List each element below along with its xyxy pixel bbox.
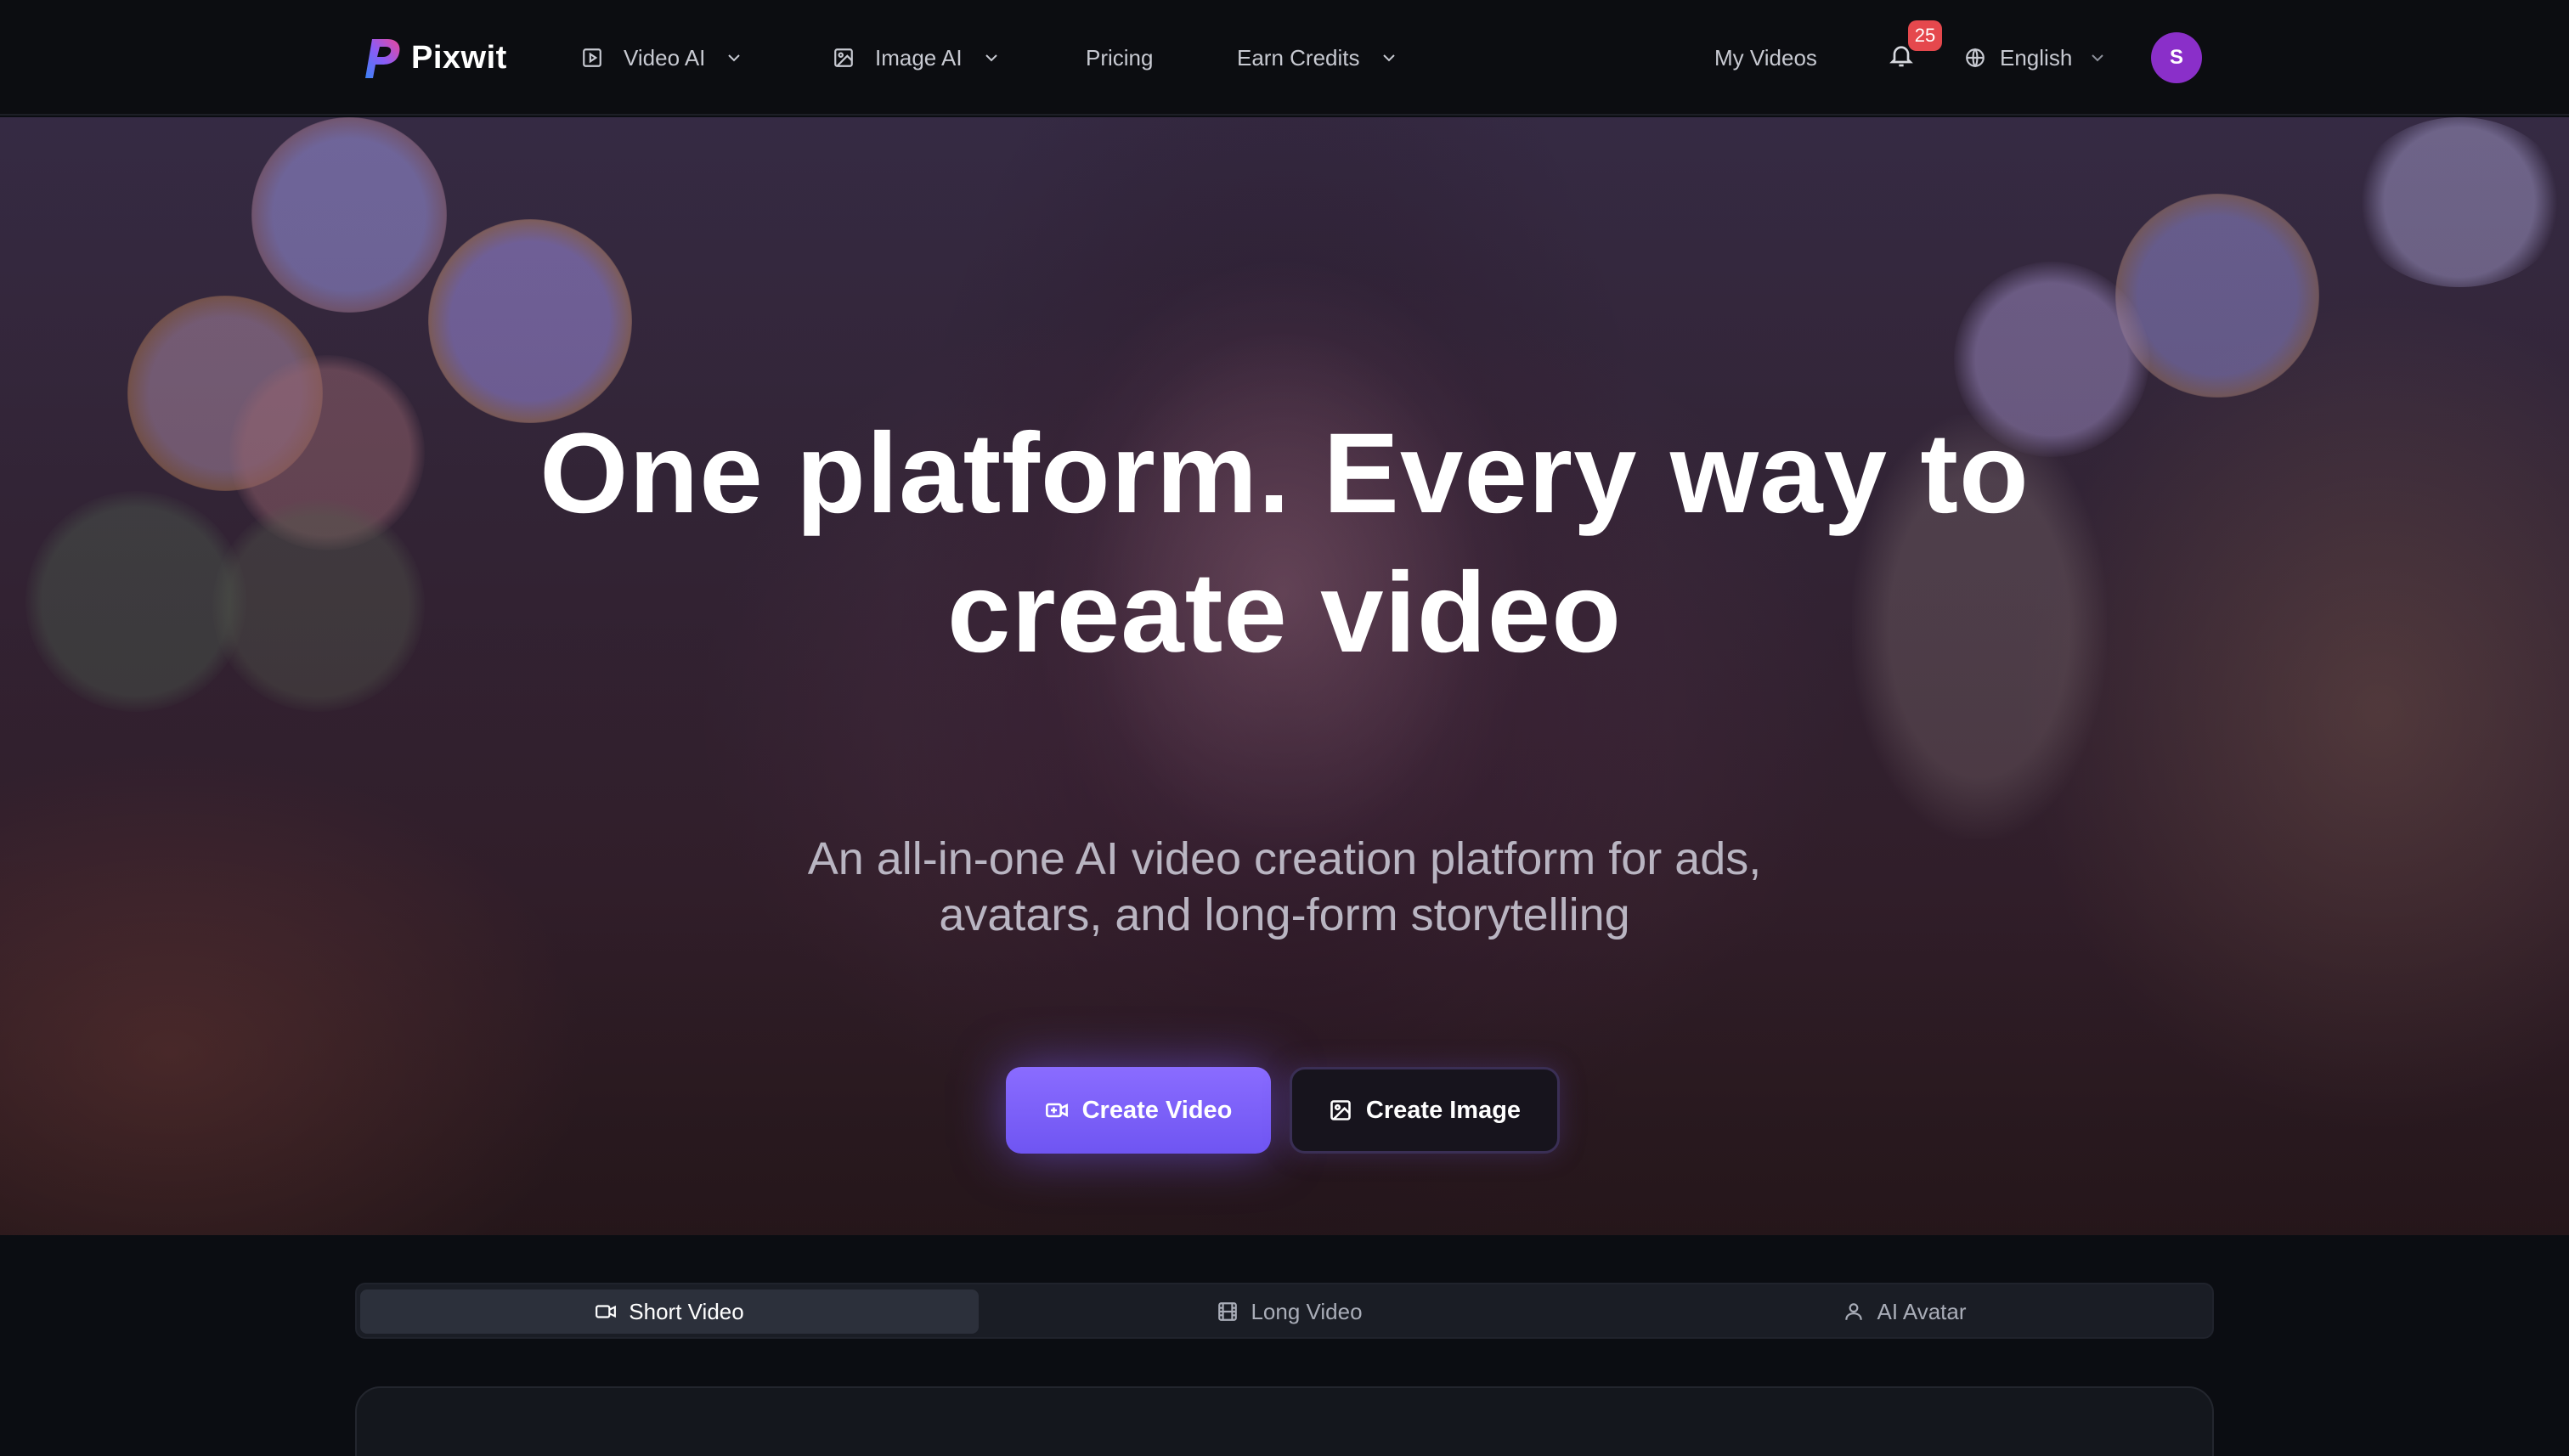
notification-count-badge: 25 xyxy=(1908,20,1942,51)
image-icon xyxy=(834,48,853,67)
creation-mode-tabs: Short Video Long Video AI Avatar xyxy=(355,1283,2214,1339)
nav-image-ai[interactable]: Image AI xyxy=(833,34,1002,82)
pixwit-logo-icon xyxy=(365,39,400,78)
nav-my-videos[interactable]: My Videos xyxy=(1714,34,1817,82)
tab-short-video[interactable]: Short Video xyxy=(360,1290,979,1334)
hero-subtitle-line2: avatars, and long-form storytelling xyxy=(939,889,1630,940)
language-label: English xyxy=(2000,44,2073,71)
scroll-down-chevron-icon[interactable] xyxy=(1266,1227,1303,1235)
hero-subtitle: An all-in-one AI video creation platform… xyxy=(605,831,1964,943)
video-plus-icon xyxy=(1045,1103,1068,1118)
nav-pricing[interactable]: Pricing xyxy=(1086,34,1153,82)
create-image-button[interactable]: Create Image xyxy=(1290,1067,1560,1154)
nav-video-ai[interactable]: Video AI xyxy=(581,34,744,82)
chevron-down-icon xyxy=(985,54,997,62)
chevron-down-icon xyxy=(2092,54,2103,62)
film-icon xyxy=(1218,1302,1238,1321)
hero-subtitle-line1: An all-in-one AI video creation platform… xyxy=(807,833,1762,884)
nav-earn-credits[interactable]: Earn Credits xyxy=(1237,34,1399,82)
create-video-label: Create Video xyxy=(1081,1096,1233,1124)
hero-title-line2: create video xyxy=(946,550,1623,676)
nav-pricing-label: Pricing xyxy=(1086,44,1154,71)
nav-earn-credits-label: Earn Credits xyxy=(1237,44,1360,71)
image-icon xyxy=(1330,1100,1351,1120)
chevron-down-icon xyxy=(1382,54,1395,62)
hero-title: One platform. Every way to create video xyxy=(435,404,2134,683)
page: Pixwit Video AI Image AI Pricing Earn Cr… xyxy=(0,0,2569,1456)
language-selector[interactable]: English xyxy=(1964,34,2108,82)
chevron-down-icon xyxy=(728,54,741,62)
globe-icon xyxy=(1966,48,1985,68)
tab-ai-avatar[interactable]: AI Avatar xyxy=(1597,1290,2212,1334)
creation-panel xyxy=(355,1386,2214,1456)
user-icon xyxy=(1845,1303,1863,1320)
create-image-label: Create Image xyxy=(1365,1096,1522,1124)
tab-long-video-label: Long Video xyxy=(1251,1298,1363,1324)
top-navbar: Pixwit Video AI Image AI Pricing Earn Cr… xyxy=(0,0,2569,116)
brand-name: Pixwit xyxy=(411,39,507,76)
hero-section: One platform. Every way to create video … xyxy=(0,117,2569,1235)
nav-image-ai-label: Image AI xyxy=(875,44,963,71)
nav-video-ai-label: Video AI xyxy=(624,44,706,71)
nav-my-videos-label: My Videos xyxy=(1714,44,1817,71)
brand-logo[interactable]: Pixwit xyxy=(357,34,507,82)
play-square-icon xyxy=(583,48,601,67)
create-video-button[interactable]: Create Video xyxy=(1006,1067,1271,1154)
hero-title-line1: One platform. Every way to xyxy=(539,410,2030,537)
tab-ai-avatar-label: AI Avatar xyxy=(1877,1298,1967,1324)
user-avatar[interactable]: S xyxy=(2151,32,2202,83)
tab-long-video[interactable]: Long Video xyxy=(982,1290,1597,1334)
video-camera-icon xyxy=(596,1305,617,1318)
tab-short-video-label: Short Video xyxy=(629,1298,744,1324)
